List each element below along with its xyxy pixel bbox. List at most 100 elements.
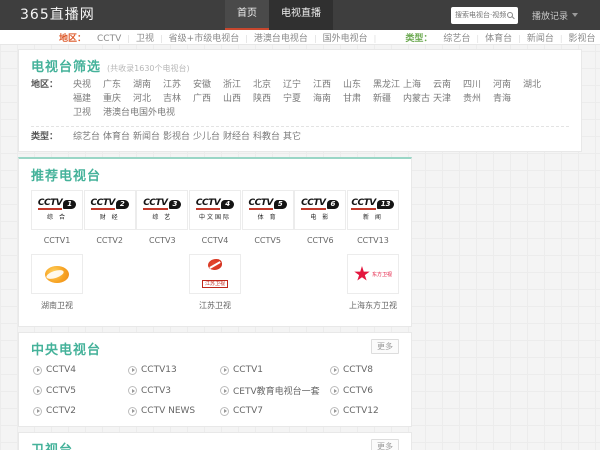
filter-region-item[interactable]: 云南 — [433, 79, 463, 92]
channel-link[interactable]: CCTV NEWS — [128, 406, 220, 416]
filter-region-item[interactable]: 江苏 — [163, 79, 193, 92]
site-logo[interactable]: 365直播网 — [20, 0, 95, 30]
filter-region-item[interactable]: 青海 — [493, 93, 523, 106]
filter-region-item[interactable]: 湖南 — [133, 79, 163, 92]
subnav-region-item[interactable]: 国外电视台 — [320, 34, 371, 44]
filter-region-item[interactable]: 江西 — [313, 79, 343, 92]
subnav-region-item[interactable]: 省级+市级电视台 — [166, 34, 243, 44]
channel-link[interactable]: CCTV4 — [33, 365, 128, 375]
channel-link[interactable]: CCTV2 — [33, 406, 128, 416]
satellite-more-button[interactable]: 更多 — [371, 439, 399, 450]
search-box[interactable] — [450, 6, 518, 24]
filter-type-item[interactable]: 少儿台 — [193, 131, 223, 144]
play-history-menu[interactable]: 播放记录 — [532, 0, 578, 30]
filter-region-item[interactable]: 广东 — [103, 79, 133, 92]
subnav-type-item[interactable]: 体育台 — [482, 34, 515, 44]
filter-type-item[interactable]: 其它 — [283, 131, 313, 144]
channel-link[interactable]: CCTV8 — [330, 365, 420, 375]
channel-link-label: CCTV3 — [141, 385, 171, 396]
filter-region-item[interactable]: 宁夏 — [283, 93, 313, 106]
subnav-type-item[interactable]: 新闻台 — [524, 34, 557, 44]
filter-region-item[interactable]: 央视 — [73, 79, 103, 92]
filter-type-item[interactable]: 体育台 — [103, 131, 133, 144]
tab-home[interactable]: 首页 — [224, 0, 269, 30]
cctv-logo: CCTV 3 综 艺 — [143, 199, 182, 221]
filter-region-item[interactable]: 广西 — [193, 93, 223, 106]
filter-region-item[interactable]: 港澳台电 — [103, 107, 139, 120]
cctv-wordmark: CCTV — [195, 198, 221, 210]
filter-type-item[interactable]: 财经台 — [223, 131, 253, 144]
cctv-channel-number: 3 — [168, 200, 182, 209]
channel-card[interactable]: 东方卫视 上海东方卫视 — [347, 254, 399, 311]
filter-region-item[interactable]: 四川 — [463, 79, 493, 92]
channel-link-label: CCTV6 — [343, 385, 373, 396]
channel-link[interactable]: CCTV5 — [33, 384, 128, 397]
channel-card[interactable]: CCTV 3 综 艺 CCTV3 — [136, 190, 189, 245]
filter-region-item[interactable]: 安徽 — [193, 79, 223, 92]
play-icon — [128, 386, 137, 395]
channel-card[interactable]: CCTV 5 体 育 CCTV5 — [241, 190, 294, 245]
filter-type-item[interactable]: 科教台 — [253, 131, 283, 144]
filter-region-item[interactable]: 甘肃 — [343, 93, 373, 106]
channel-card[interactable]: CCTV 13 新 闻 CCTV13 — [346, 190, 399, 245]
channel-card[interactable]: 湖南卫视 — [31, 254, 83, 311]
cctv-channel-number: 4 — [221, 200, 235, 209]
filter-region-item[interactable]: 国外电视 — [139, 107, 175, 120]
channel-card[interactable]: CCTV 6 电 影 CCTV6 — [294, 190, 347, 245]
subnav-region-item[interactable]: 卫视 — [133, 34, 157, 44]
subnav-type-item[interactable]: 影视台 — [566, 34, 599, 44]
play-icon — [330, 386, 339, 395]
filter-region-item[interactable]: 上海 — [403, 79, 433, 92]
filter-region-item[interactable]: 卫视 — [73, 107, 103, 120]
filter-region-item[interactable]: 新疆 — [373, 93, 403, 106]
filter-region-item[interactable]: 海南 — [313, 93, 343, 106]
filter-region-item[interactable]: 重庆 — [103, 93, 133, 106]
filter-region-item[interactable]: 山东 — [343, 79, 373, 92]
filter-region-item[interactable]: 河北 — [133, 93, 163, 106]
search-input[interactable] — [454, 11, 507, 19]
channel-link[interactable]: CCTV13 — [128, 365, 220, 375]
channel-link[interactable]: CCTV1 — [220, 365, 330, 375]
channel-card[interactable]: CCTV 4 中文国际 CCTV4 — [188, 190, 241, 245]
filter-region-item[interactable]: 北京 — [253, 79, 283, 92]
hunan-tv-logo — [45, 265, 69, 283]
filter-type-item[interactable]: 影视台 — [163, 131, 193, 144]
channel-link[interactable]: CETV教育电视台一套 — [220, 384, 330, 397]
filter-type-item[interactable]: 综艺台 — [73, 131, 103, 144]
filter-region-item[interactable]: 湖北 — [523, 79, 553, 92]
subnav-region-item[interactable]: CCTV — [94, 34, 124, 44]
filter-region-item[interactable]: 河南 — [493, 79, 523, 92]
channel-card[interactable]: CCTV 2 财 经 CCTV2 — [83, 190, 136, 245]
filter-region-item[interactable]: 福建 — [73, 93, 103, 106]
filter-region-item[interactable]: 浙江 — [223, 79, 253, 92]
station-count: (共收录1630个电视台) — [107, 64, 190, 73]
divider — [31, 126, 569, 127]
filter-region-item[interactable]: 山西 — [223, 93, 253, 106]
play-icon — [220, 365, 229, 375]
subnav-region-item[interactable]: 港澳台电视台 — [251, 34, 311, 44]
filter-region-item[interactable]: 黑龙江 — [373, 79, 403, 92]
filter-region-item[interactable]: 陕西 — [253, 93, 283, 106]
filter-region-item[interactable]: 贵州 — [463, 93, 493, 106]
cctv-channel-subtitle: 综 艺 — [152, 214, 173, 221]
filter-region-item[interactable]: 辽宁 — [283, 79, 313, 92]
channel-link[interactable]: CCTV6 — [330, 384, 420, 397]
channel-link[interactable]: CCTV7 — [220, 406, 330, 416]
filter-region-item[interactable]: 吉林 — [163, 93, 193, 106]
type-group-label: 类型： — [405, 33, 433, 44]
channel-link[interactable]: CCTV3 — [128, 384, 220, 397]
cctv-more-button[interactable]: 更多 — [371, 339, 399, 354]
jiangsu-tv-logo: 江苏卫视 — [201, 259, 228, 289]
channel-card-label: CCTV4 — [201, 236, 229, 245]
channel-link[interactable]: CCTV12 — [330, 406, 420, 416]
channel-card[interactable]: 江苏卫视 江苏卫视 — [189, 254, 241, 311]
subnav-type-item[interactable]: 综艺台 — [440, 34, 473, 44]
cctv-channel-subtitle: 电 影 — [310, 214, 331, 221]
tab-tv-live[interactable]: 电视直播 — [268, 0, 333, 30]
filter-type-item[interactable]: 新闻台 — [133, 131, 163, 144]
play-icon — [128, 365, 137, 375]
channel-card[interactable]: CCTV 1 综 合 CCTV1 — [31, 190, 83, 245]
filter-region-item[interactable]: 天津 — [433, 93, 463, 106]
filter-region-item[interactable]: 内蒙古 — [403, 93, 433, 106]
search-icon[interactable] — [506, 12, 513, 18]
